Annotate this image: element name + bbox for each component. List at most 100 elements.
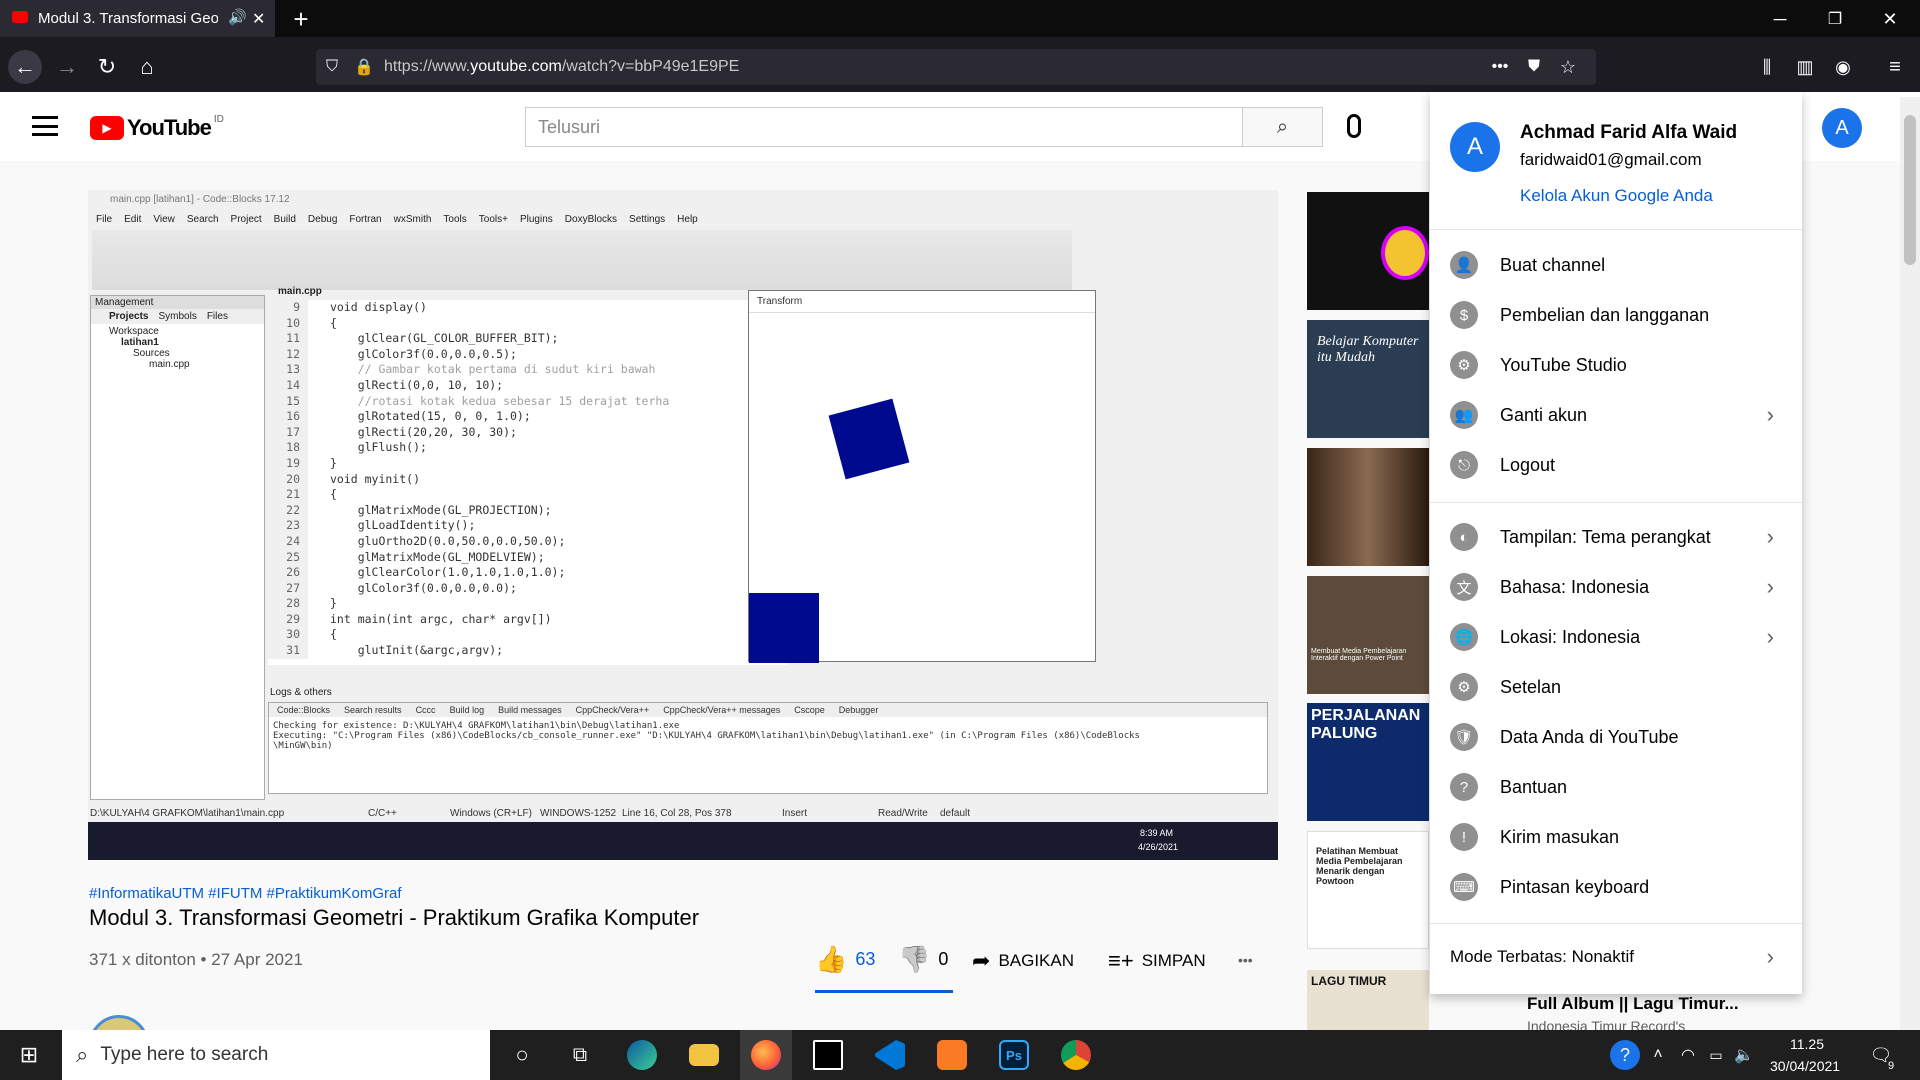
- browser-tab[interactable]: Modul 3. Transformasi Geometri 🔊 ✕: [0, 0, 275, 37]
- globe-icon: 🌐: [1450, 623, 1478, 651]
- home-icon[interactable]: ⌂: [130, 50, 164, 84]
- hamburger-menu-icon[interactable]: ≡: [1880, 52, 1910, 82]
- chrome-icon[interactable]: [1050, 1030, 1102, 1080]
- file-explorer-icon[interactable]: [678, 1030, 730, 1080]
- thumb-5-text: PERJALANAN PALUNG: [1311, 707, 1421, 742]
- pocket-icon[interactable]: ⛊: [1520, 55, 1548, 79]
- code-text: glLoadIdentity();: [330, 518, 476, 533]
- menu-item-bantuan[interactable]: ? Bantuan: [1430, 762, 1802, 812]
- status-field: Insert: [782, 808, 808, 819]
- dislike-button[interactable]: 👎 0: [898, 944, 948, 975]
- cortana-icon[interactable]: ○: [496, 1030, 548, 1080]
- menu-item-pembelian-dan-langganan[interactable]: $ Pembelian dan langganan: [1430, 290, 1802, 340]
- url-domain: youtube.com: [470, 58, 562, 75]
- lock-icon[interactable]: 🔒: [352, 55, 376, 79]
- page-actions-icon[interactable]: •••: [1486, 55, 1514, 79]
- status-field: Windows (CR+LF): [450, 808, 532, 819]
- manage-account-link[interactable]: Kelola Akun Google Anda: [1520, 186, 1713, 206]
- share-button[interactable]: ➦ BAGIKAN: [972, 948, 1074, 974]
- save-button[interactable]: ≡+ SIMPAN: [1108, 948, 1206, 974]
- search-input[interactable]: Telusuri: [525, 107, 1243, 147]
- shield-icon[interactable]: ⛉: [320, 55, 344, 79]
- menu-item-buat-channel[interactable]: 👤 Buat channel: [1430, 240, 1802, 290]
- vscode-icon[interactable]: [864, 1030, 916, 1080]
- firefox-icon[interactable]: [740, 1030, 792, 1080]
- video-hashtags[interactable]: #InformatikaUTM #IFUTM #PraktikumKomGraf: [89, 885, 402, 902]
- forward-arrow-icon[interactable]: →: [50, 50, 84, 84]
- editor-tab: main.cpp: [278, 286, 322, 297]
- restricted-mode-item[interactable]: Mode Terbatas: Nonaktif ›: [1430, 932, 1802, 982]
- user-avatar[interactable]: A: [1822, 108, 1862, 148]
- like-button[interactable]: 👍 63: [815, 944, 875, 975]
- microphone-icon[interactable]: [1347, 114, 1361, 138]
- thumb-4[interactable]: Membuat Media Pembelajaran Interaktif de…: [1307, 576, 1429, 694]
- close-window-button[interactable]: ✕: [1870, 4, 1910, 34]
- sidebar-video-title[interactable]: Full Album || Lagu Timur...: [1527, 994, 1739, 1014]
- windows-start-icon[interactable]: ⊞: [0, 1030, 58, 1080]
- thumb-1[interactable]: [1307, 192, 1429, 310]
- thumb-6[interactable]: Pelatihan Membuat Media Pembelajaran Men…: [1307, 831, 1429, 949]
- menu-item-pintasan-keyboard[interactable]: ⌨ Pintasan keyboard: [1430, 862, 1802, 912]
- menu-item-label: Kirim masukan: [1500, 826, 1620, 847]
- back-arrow-icon[interactable]: ←: [8, 50, 42, 84]
- tab-projects: Projects: [109, 311, 149, 322]
- clock-time[interactable]: 11.25: [1790, 1036, 1824, 1052]
- edge-icon[interactable]: [616, 1030, 668, 1080]
- clock-date[interactable]: 30/04/2021: [1770, 1058, 1840, 1074]
- library-icon[interactable]: ⫼: [1752, 52, 1782, 82]
- menu-item-tampilan-tema-perangkat[interactable]: ◐ Tampilan: Tema perangkat ›: [1430, 512, 1802, 562]
- sidebar-toggle-icon[interactable]: ▥: [1790, 52, 1820, 82]
- restore-button[interactable]: ❐: [1815, 4, 1855, 34]
- wifi-icon[interactable]: ◠: [1676, 1040, 1700, 1070]
- line-number: 18: [268, 440, 308, 456]
- management-label: Management: [91, 296, 264, 309]
- minimize-button[interactable]: ─: [1760, 4, 1800, 34]
- like-count: 63: [855, 949, 876, 969]
- volume-icon[interactable]: 🔈: [1732, 1040, 1756, 1070]
- taskbar-search-placeholder: Type here to search: [100, 1044, 269, 1065]
- chevron-up-icon[interactable]: ˄: [1646, 1040, 1670, 1070]
- new-tab-button[interactable]: +: [286, 4, 316, 34]
- battery-icon[interactable]: ▭: [1704, 1040, 1728, 1070]
- xampp-icon[interactable]: [926, 1030, 978, 1080]
- speaker-icon[interactable]: 🔊: [228, 8, 247, 26]
- scroll-thumb[interactable]: [1904, 115, 1916, 265]
- jetbrains-icon[interactable]: [802, 1030, 854, 1080]
- guide-menu-icon[interactable]: [32, 116, 58, 136]
- account-icon[interactable]: ◉: [1828, 52, 1858, 82]
- url-bar[interactable]: ⛉ 🔒 https://www.youtube.com/watch?v=bbP4…: [316, 49, 1596, 85]
- menu-item-setelan[interactable]: ⚙ Setelan: [1430, 662, 1802, 712]
- share-arrow-icon: ➦: [972, 948, 991, 973]
- log-tab: Cccc: [415, 705, 436, 715]
- menu-item-data-anda-di-youtube[interactable]: 🛡 Data Anda di YouTube: [1430, 712, 1802, 762]
- search-button[interactable]: ⌕: [1243, 107, 1323, 147]
- menu-item-youtube-studio[interactable]: ⚙ YouTube Studio: [1430, 340, 1802, 390]
- thumb-5[interactable]: PERJALANAN PALUNG: [1307, 703, 1429, 821]
- thumb-3[interactable]: [1307, 448, 1429, 566]
- thumb-7[interactable]: LAGU TIMUR: [1307, 970, 1429, 1030]
- taskbar-search-input[interactable]: ⌕ Type here to search: [62, 1030, 490, 1080]
- menu-item-ganti-akun[interactable]: 👥 Ganti akun ›: [1430, 390, 1802, 440]
- code-text: glRotated(15, 0, 0, 1.0);: [330, 409, 531, 424]
- page-scrollbar[interactable]: [1900, 97, 1920, 1030]
- thumb-2[interactable]: Belajar Komputer itu Mudah: [1307, 320, 1429, 438]
- reload-icon[interactable]: ↻: [90, 50, 124, 84]
- log-tab: Build messages: [498, 705, 562, 715]
- cb-menu-item: Search: [186, 214, 219, 225]
- menu-item-kirim-masukan[interactable]: ! Kirim masukan: [1430, 812, 1802, 862]
- line-number: 25: [268, 549, 308, 566]
- video-player[interactable]: main.cpp [latihan1] - Code::Blocks 17.12…: [88, 190, 1278, 860]
- menu-item-lokasi-indonesia[interactable]: 🌐 Lokasi: Indonesia ›: [1430, 612, 1802, 662]
- youtube-logo[interactable]: ▶ YouTube ID: [90, 114, 224, 142]
- menu-item-logout[interactable]: ⎋ Logout: [1430, 440, 1802, 490]
- help-icon[interactable]: ?: [1610, 1040, 1640, 1070]
- code-text: glColor3f(0.0,0.0,0.0);: [330, 580, 517, 595]
- photoshop-icon[interactable]: Ps: [988, 1030, 1040, 1080]
- more-actions-button[interactable]: •••: [1238, 952, 1253, 968]
- menu-item-bahasa-indonesia[interactable]: 文 Bahasa: Indonesia ›: [1430, 562, 1802, 612]
- bookmark-star-icon[interactable]: ☆: [1554, 55, 1582, 79]
- task-view-icon[interactable]: ⧉: [554, 1030, 606, 1080]
- code-line: 26 glClearColor(1.0,1.0,1.0,1.0);: [268, 565, 788, 581]
- tab-close-icon[interactable]: ✕: [252, 9, 265, 29]
- log-tab: Cscope: [794, 705, 825, 715]
